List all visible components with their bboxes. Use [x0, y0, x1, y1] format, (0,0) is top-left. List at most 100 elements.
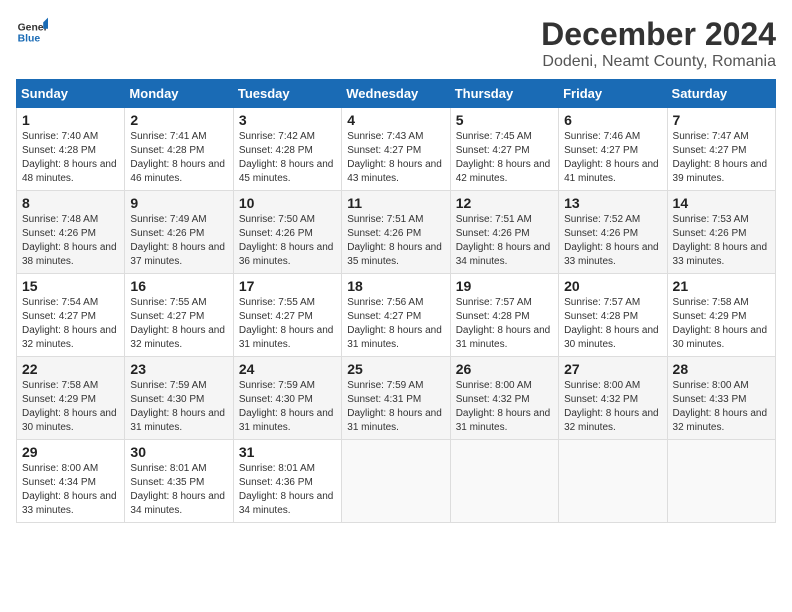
calendar-cell: 28 Sunrise: 8:00 AMSunset: 4:33 PMDaylig… — [667, 357, 775, 440]
calendar-cell: 12 Sunrise: 7:51 AMSunset: 4:26 PMDaylig… — [450, 191, 558, 274]
day-detail: Sunrise: 7:54 AMSunset: 4:27 PMDaylight:… — [22, 296, 119, 352]
day-number: 18 — [347, 278, 444, 294]
day-detail: Sunrise: 7:41 AMSunset: 4:28 PMDaylight:… — [130, 130, 227, 186]
calendar-header-monday: Monday — [125, 80, 233, 108]
day-detail: Sunrise: 7:57 AMSunset: 4:28 PMDaylight:… — [456, 296, 553, 352]
calendar-table: SundayMondayTuesdayWednesdayThursdayFrid… — [16, 79, 776, 523]
calendar-week-row: 29 Sunrise: 8:00 AMSunset: 4:34 PMDaylig… — [17, 440, 776, 523]
calendar-cell: 27 Sunrise: 8:00 AMSunset: 4:32 PMDaylig… — [559, 357, 667, 440]
calendar-cell: 18 Sunrise: 7:56 AMSunset: 4:27 PMDaylig… — [342, 274, 450, 357]
day-number: 23 — [130, 361, 227, 377]
day-detail: Sunrise: 7:55 AMSunset: 4:27 PMDaylight:… — [239, 296, 336, 352]
day-detail: Sunrise: 7:45 AMSunset: 4:27 PMDaylight:… — [456, 130, 553, 186]
calendar-header-row: SundayMondayTuesdayWednesdayThursdayFrid… — [17, 80, 776, 108]
day-number: 14 — [673, 195, 770, 211]
calendar-cell: 31 Sunrise: 8:01 AMSunset: 4:36 PMDaylig… — [233, 440, 341, 523]
day-detail: Sunrise: 7:43 AMSunset: 4:27 PMDaylight:… — [347, 130, 444, 186]
calendar-cell: 10 Sunrise: 7:50 AMSunset: 4:26 PMDaylig… — [233, 191, 341, 274]
calendar-cell: 29 Sunrise: 8:00 AMSunset: 4:34 PMDaylig… — [17, 440, 125, 523]
day-number: 5 — [456, 112, 553, 128]
day-detail: Sunrise: 7:49 AMSunset: 4:26 PMDaylight:… — [130, 213, 227, 269]
calendar-cell — [559, 440, 667, 523]
calendar-cell: 5 Sunrise: 7:45 AMSunset: 4:27 PMDayligh… — [450, 108, 558, 191]
calendar-week-row: 15 Sunrise: 7:54 AMSunset: 4:27 PMDaylig… — [17, 274, 776, 357]
day-detail: Sunrise: 7:47 AMSunset: 4:27 PMDaylight:… — [673, 130, 770, 186]
calendar-week-row: 1 Sunrise: 7:40 AMSunset: 4:28 PMDayligh… — [17, 108, 776, 191]
day-detail: Sunrise: 7:59 AMSunset: 4:30 PMDaylight:… — [239, 379, 336, 435]
day-number: 15 — [22, 278, 119, 294]
calendar-cell: 9 Sunrise: 7:49 AMSunset: 4:26 PMDayligh… — [125, 191, 233, 274]
calendar-cell: 4 Sunrise: 7:43 AMSunset: 4:27 PMDayligh… — [342, 108, 450, 191]
day-number: 16 — [130, 278, 227, 294]
day-detail: Sunrise: 7:51 AMSunset: 4:26 PMDaylight:… — [347, 213, 444, 269]
day-detail: Sunrise: 8:00 AMSunset: 4:32 PMDaylight:… — [456, 379, 553, 435]
calendar-header-sunday: Sunday — [17, 80, 125, 108]
calendar-cell: 16 Sunrise: 7:55 AMSunset: 4:27 PMDaylig… — [125, 274, 233, 357]
calendar-cell: 22 Sunrise: 7:58 AMSunset: 4:29 PMDaylig… — [17, 357, 125, 440]
day-number: 31 — [239, 444, 336, 460]
calendar-cell: 23 Sunrise: 7:59 AMSunset: 4:30 PMDaylig… — [125, 357, 233, 440]
day-number: 4 — [347, 112, 444, 128]
day-number: 29 — [22, 444, 119, 460]
calendar-week-row: 8 Sunrise: 7:48 AMSunset: 4:26 PMDayligh… — [17, 191, 776, 274]
calendar-cell — [450, 440, 558, 523]
calendar-header-wednesday: Wednesday — [342, 80, 450, 108]
month-title: December 2024 — [541, 16, 776, 53]
logo-icon: General Blue — [16, 16, 48, 48]
day-detail: Sunrise: 7:57 AMSunset: 4:28 PMDaylight:… — [564, 296, 661, 352]
day-detail: Sunrise: 7:50 AMSunset: 4:26 PMDaylight:… — [239, 213, 336, 269]
calendar-cell: 7 Sunrise: 7:47 AMSunset: 4:27 PMDayligh… — [667, 108, 775, 191]
day-number: 13 — [564, 195, 661, 211]
calendar-cell: 20 Sunrise: 7:57 AMSunset: 4:28 PMDaylig… — [559, 274, 667, 357]
calendar-cell: 26 Sunrise: 8:00 AMSunset: 4:32 PMDaylig… — [450, 357, 558, 440]
day-detail: Sunrise: 7:40 AMSunset: 4:28 PMDaylight:… — [22, 130, 119, 186]
calendar-cell: 25 Sunrise: 7:59 AMSunset: 4:31 PMDaylig… — [342, 357, 450, 440]
calendar-cell: 13 Sunrise: 7:52 AMSunset: 4:26 PMDaylig… — [559, 191, 667, 274]
calendar-cell: 21 Sunrise: 7:58 AMSunset: 4:29 PMDaylig… — [667, 274, 775, 357]
day-number: 26 — [456, 361, 553, 377]
day-detail: Sunrise: 7:58 AMSunset: 4:29 PMDaylight:… — [673, 296, 770, 352]
calendar-cell: 17 Sunrise: 7:55 AMSunset: 4:27 PMDaylig… — [233, 274, 341, 357]
calendar-week-row: 22 Sunrise: 7:58 AMSunset: 4:29 PMDaylig… — [17, 357, 776, 440]
day-detail: Sunrise: 8:01 AMSunset: 4:35 PMDaylight:… — [130, 462, 227, 518]
logo: General Blue — [16, 16, 48, 48]
day-number: 17 — [239, 278, 336, 294]
calendar-cell: 14 Sunrise: 7:53 AMSunset: 4:26 PMDaylig… — [667, 191, 775, 274]
calendar-cell — [342, 440, 450, 523]
svg-text:Blue: Blue — [18, 34, 41, 45]
day-number: 3 — [239, 112, 336, 128]
calendar-cell: 19 Sunrise: 7:57 AMSunset: 4:28 PMDaylig… — [450, 274, 558, 357]
day-detail: Sunrise: 8:00 AMSunset: 4:34 PMDaylight:… — [22, 462, 119, 518]
day-number: 9 — [130, 195, 227, 211]
calendar-cell: 6 Sunrise: 7:46 AMSunset: 4:27 PMDayligh… — [559, 108, 667, 191]
day-number: 19 — [456, 278, 553, 294]
calendar-cell: 11 Sunrise: 7:51 AMSunset: 4:26 PMDaylig… — [342, 191, 450, 274]
calendar-cell: 1 Sunrise: 7:40 AMSunset: 4:28 PMDayligh… — [17, 108, 125, 191]
calendar-cell: 8 Sunrise: 7:48 AMSunset: 4:26 PMDayligh… — [17, 191, 125, 274]
calendar-cell: 24 Sunrise: 7:59 AMSunset: 4:30 PMDaylig… — [233, 357, 341, 440]
day-detail: Sunrise: 7:58 AMSunset: 4:29 PMDaylight:… — [22, 379, 119, 435]
page-header: General Blue December 2024 Dodeni, Neamt… — [16, 16, 776, 71]
day-number: 11 — [347, 195, 444, 211]
day-number: 7 — [673, 112, 770, 128]
day-detail: Sunrise: 7:59 AMSunset: 4:30 PMDaylight:… — [130, 379, 227, 435]
day-detail: Sunrise: 7:53 AMSunset: 4:26 PMDaylight:… — [673, 213, 770, 269]
calendar-cell: 3 Sunrise: 7:42 AMSunset: 4:28 PMDayligh… — [233, 108, 341, 191]
calendar-cell: 30 Sunrise: 8:01 AMSunset: 4:35 PMDaylig… — [125, 440, 233, 523]
day-number: 21 — [673, 278, 770, 294]
day-number: 24 — [239, 361, 336, 377]
calendar-cell: 15 Sunrise: 7:54 AMSunset: 4:27 PMDaylig… — [17, 274, 125, 357]
calendar-header-tuesday: Tuesday — [233, 80, 341, 108]
day-number: 8 — [22, 195, 119, 211]
day-detail: Sunrise: 8:00 AMSunset: 4:32 PMDaylight:… — [564, 379, 661, 435]
day-number: 20 — [564, 278, 661, 294]
day-detail: Sunrise: 7:56 AMSunset: 4:27 PMDaylight:… — [347, 296, 444, 352]
day-detail: Sunrise: 7:59 AMSunset: 4:31 PMDaylight:… — [347, 379, 444, 435]
day-detail: Sunrise: 7:46 AMSunset: 4:27 PMDaylight:… — [564, 130, 661, 186]
calendar-cell — [667, 440, 775, 523]
day-number: 10 — [239, 195, 336, 211]
day-number: 28 — [673, 361, 770, 377]
location-title: Dodeni, Neamt County, Romania — [541, 53, 776, 71]
day-number: 2 — [130, 112, 227, 128]
day-number: 25 — [347, 361, 444, 377]
